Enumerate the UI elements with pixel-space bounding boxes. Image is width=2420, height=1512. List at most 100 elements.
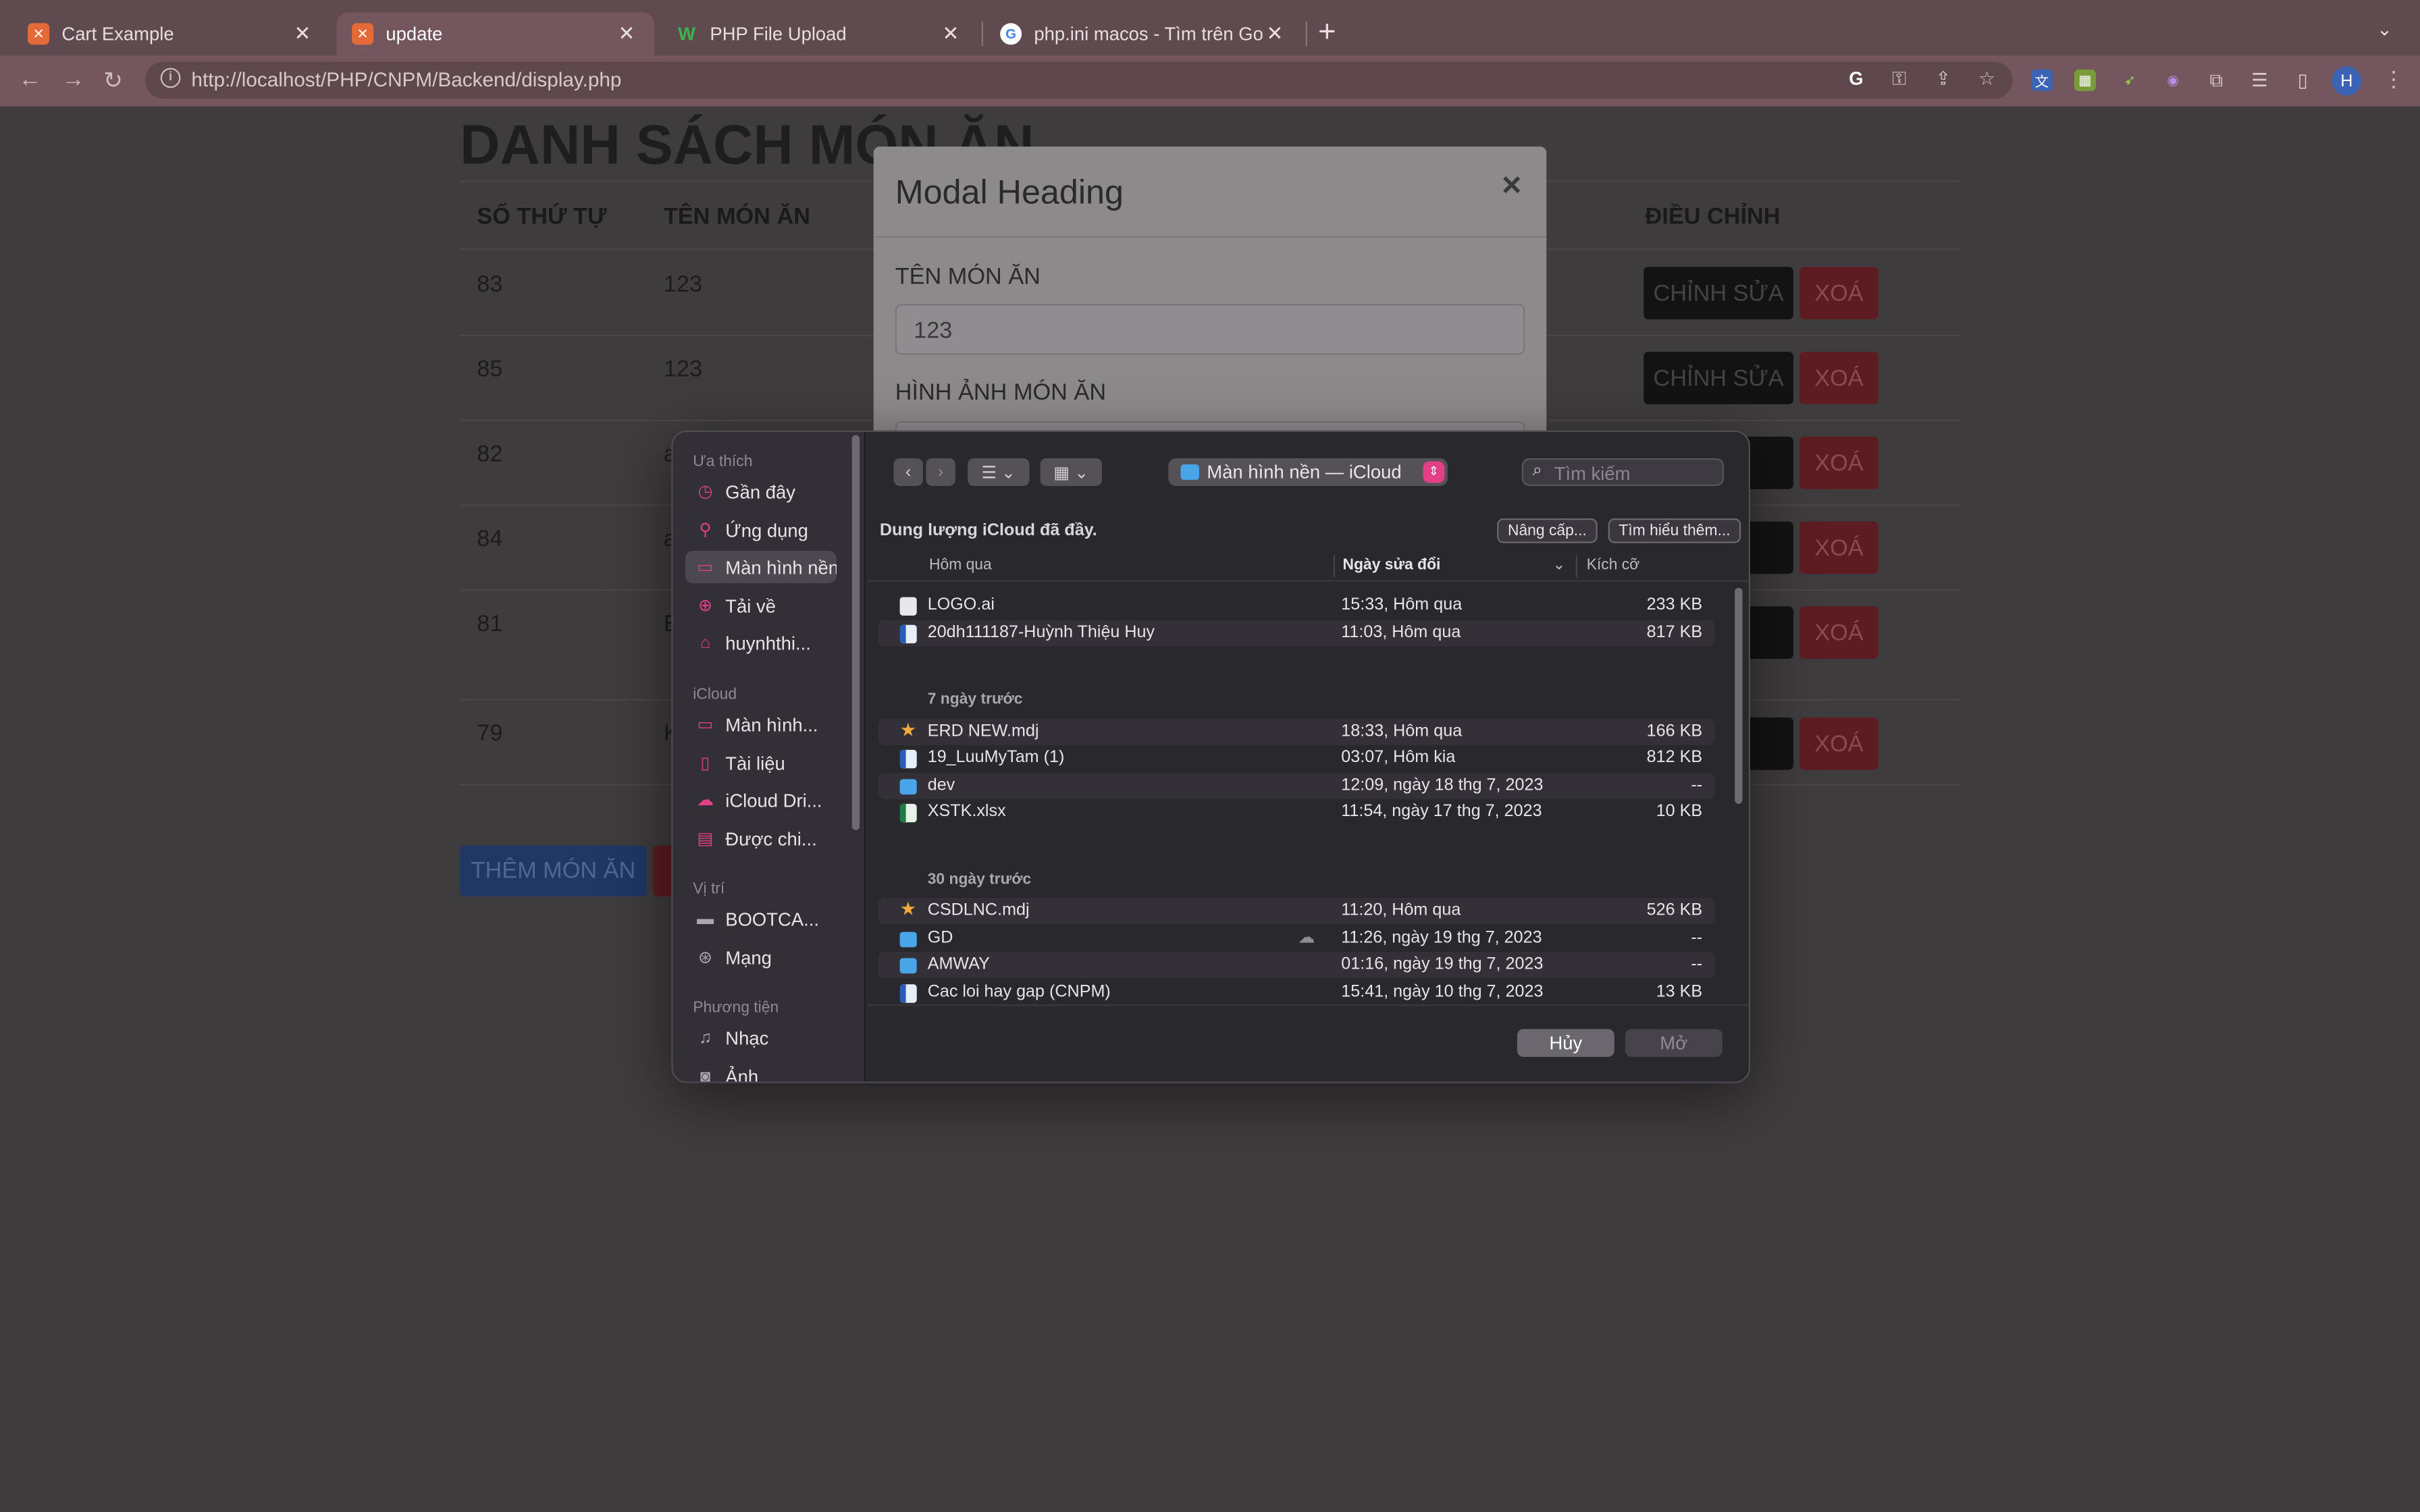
address-bar[interactable]: i http://localhost/PHP/CNPM/Backend/disp…: [144, 61, 2013, 99]
delete-button[interactable]: XOÁ: [1799, 606, 1878, 659]
file-row[interactable]: ★ ERD NEW.mdj 18:33, Hôm qua 166 KB: [878, 719, 1715, 745]
open-button[interactable]: Mở: [1625, 1029, 1722, 1057]
more-menu-icon[interactable]: ⋮: [2383, 66, 2404, 92]
column-date-header[interactable]: Ngày sửa đổi: [1343, 557, 1441, 574]
delete-button[interactable]: XOÁ: [1799, 521, 1878, 574]
add-dish-button[interactable]: THÊM MÓN ĂN: [460, 845, 647, 896]
sidebar-item-network[interactable]: ⊛ Mạng: [685, 941, 832, 973]
forward-arrow-icon[interactable]: →: [61, 66, 84, 92]
sidebar-section-icloud: iCloud: [693, 686, 737, 704]
modal-close-button[interactable]: ×: [1502, 165, 1521, 205]
download-icon: ⊕: [698, 597, 713, 616]
edit-button[interactable]: CHỈNH SỬA: [1643, 352, 1793, 404]
dish-image-label: HÌNH ẢNH MÓN ĂN: [895, 379, 1107, 406]
file-row[interactable]: Cac loi hay gap (CNPM) 15:41, ngày 10 th…: [878, 979, 1715, 1006]
folder-icon: [1180, 464, 1199, 480]
google-favicon-icon: G: [1000, 23, 1022, 45]
file-row[interactable]: 19_LuuMyTam (1) 03:07, Hôm kia 812 KB: [878, 745, 1715, 772]
sidebar-item-icloud-drive[interactable]: ☁ iCloud Dri...: [685, 784, 832, 816]
tab-close-icon[interactable]: ✕: [939, 22, 964, 47]
google-lens-icon[interactable]: G: [1849, 68, 1863, 90]
key-icon[interactable]: ⚿: [1892, 68, 1906, 91]
bookmark-star-icon[interactable]: ☆: [1978, 68, 1995, 90]
home-icon: ⌂: [700, 633, 711, 652]
file-row[interactable]: AMWAY 01:16, ngày 19 thg 7, 2023 --: [878, 952, 1715, 979]
sidebar-item-icloud-desktop[interactable]: ▭ Màn hình...: [685, 708, 832, 740]
modal-dialog: Modal Heading × TÊN MÓN ĂN 123 HÌNH ẢNH …: [873, 146, 1547, 440]
file-row[interactable]: ★ CSDLNC.mdj 11:20, Hôm qua 526 KB: [878, 898, 1715, 925]
tab-search-chevron-icon[interactable]: ⌄: [2377, 18, 2392, 40]
grid-view-icon[interactable]: ▦ ⌄: [1040, 458, 1102, 486]
cloud-icon: ☁: [696, 791, 714, 810]
cloud-icon[interactable]: ☁: [1298, 927, 1315, 947]
sidebar-scrollbar[interactable]: [851, 435, 860, 830]
search-field[interactable]: ⌕ Tìm kiếm: [1521, 458, 1725, 486]
sidebar-item-documents[interactable]: ▯ Tài liệu: [685, 747, 832, 779]
location-text: Màn hình nền — iCloud: [1207, 461, 1402, 483]
file-row[interactable]: dev 12:09, ngày 18 thg 7, 2023 --: [878, 773, 1715, 799]
tab-close-icon[interactable]: ✕: [1263, 22, 1288, 47]
modal-heading: Modal Heading: [895, 172, 1124, 212]
reading-list-icon[interactable]: ☰: [2248, 70, 2270, 91]
sidebar-item-photos[interactable]: ◙ Ảnh: [685, 1060, 832, 1081]
desktop-icon: ▭: [697, 558, 714, 577]
file-row[interactable]: GD ☁ 11:26, ngày 19 thg 7, 2023 --: [878, 925, 1715, 952]
cancel-button[interactable]: Hủy: [1517, 1029, 1614, 1057]
tab-close-icon[interactable]: ✕: [290, 22, 315, 47]
sidebar-item-desktop[interactable]: ▭ Màn hình nền: [685, 550, 837, 583]
sidebar-item-applications[interactable]: ⚲ Ứng dụng: [685, 514, 832, 546]
delete-button[interactable]: XOÁ: [1799, 436, 1878, 489]
url-text[interactable]: http://localhost/PHP/CNPM/Backend/displa…: [191, 68, 621, 91]
delete-button[interactable]: XOÁ: [1799, 267, 1878, 320]
back-arrow-icon[interactable]: ←: [18, 66, 41, 92]
dish-name-input[interactable]: 123: [895, 304, 1525, 355]
file-row[interactable]: LOGO.ai 15:33, Hôm qua 233 KB: [878, 593, 1715, 619]
tab-close-icon[interactable]: ✕: [614, 22, 639, 47]
back-chevron-icon[interactable]: ‹: [893, 458, 923, 486]
delete-button[interactable]: XOÁ: [1799, 717, 1878, 770]
edit-button[interactable]: CHỈNH SỬA: [1643, 267, 1793, 320]
row-id: 84: [477, 526, 503, 553]
star-document-icon: ★: [899, 898, 917, 920]
column-size-header[interactable]: Kích cỡ: [1587, 557, 1640, 574]
music-note-icon: ♫: [699, 1028, 712, 1047]
grid-extension-icon[interactable]: ▦: [2074, 69, 2096, 91]
profile-avatar[interactable]: H: [2332, 66, 2362, 96]
broadcast-extension-icon[interactable]: ◉: [2162, 70, 2184, 91]
list-view-icon[interactable]: ☰ ⌄: [968, 458, 1030, 486]
location-popup[interactable]: Màn hình nền — iCloud ⇕: [1168, 458, 1448, 486]
upgrade-button[interactable]: Nâng cấp...: [1497, 518, 1598, 543]
file-list-scrollbar[interactable]: [1735, 587, 1743, 804]
sidebar-item-music[interactable]: ♫ Nhạc: [685, 1021, 832, 1054]
tab-update[interactable]: ✕ update ✕: [336, 12, 655, 56]
finder-sidebar: Ưa thích ◷ Gần đây ⚲ Ứng dụng ▭ Màn hình nề…: [673, 431, 866, 1082]
tab-google-search[interactable]: G php.ini macos - Tìm trên Goog ✕: [984, 12, 1303, 55]
sidebar-item-shared[interactable]: ▤ Được chi...: [685, 822, 832, 855]
forward-chevron-icon[interactable]: ›: [926, 458, 955, 486]
side-panel-icon[interactable]: ▯: [2292, 70, 2313, 91]
file-row[interactable]: XSTK.xlsx 11:54, ngày 17 thg 7, 2023 10 …: [878, 799, 1715, 826]
rocket-extension-icon[interactable]: ➶: [2119, 70, 2140, 91]
tab-php-file-upload[interactable]: W PHP File Upload ✕: [660, 12, 978, 55]
delete-button[interactable]: XOÁ: [1799, 352, 1878, 404]
translate-extension-icon[interactable]: 文: [2030, 69, 2053, 91]
puzzle-extensions-icon[interactable]: ⧉: [2205, 69, 2227, 91]
word-document-icon: [899, 984, 917, 1003]
sidebar-item-downloads[interactable]: ⊕ Tải về: [685, 589, 832, 622]
learn-more-button[interactable]: Tìm hiểu thêm...: [1608, 518, 1741, 543]
column-name-header[interactable]: Hôm qua: [929, 557, 992, 574]
file-row[interactable]: 20dh111187-Huỳnh Thiệu Huy 11:03, Hôm qu…: [878, 620, 1715, 647]
tab-cart-example[interactable]: ✕ Cart Example ✕: [12, 12, 330, 55]
new-tab-button[interactable]: +: [1318, 16, 1336, 51]
dish-name-value: 123: [914, 317, 953, 344]
row-id: 81: [477, 611, 503, 637]
sidebar-item-home[interactable]: ⌂ huynhthi...: [685, 626, 832, 659]
sort-chevron-icon[interactable]: ⌄: [1552, 557, 1565, 574]
sidebar-item-bootcamp[interactable]: ▬ BOOTCA...: [685, 902, 832, 935]
site-info-icon[interactable]: i: [160, 68, 181, 88]
screen: ✕ Cart Example ✕ ✕ update ✕ W PHP File U…: [0, 0, 2420, 1512]
header-so-thu-tu: SỐ THỨ TỰ: [477, 203, 607, 230]
sidebar-item-recents[interactable]: ◷ Gần đây: [685, 475, 832, 508]
reload-icon[interactable]: ↻: [103, 66, 123, 94]
share-icon[interactable]: ⇪: [1935, 68, 1951, 90]
